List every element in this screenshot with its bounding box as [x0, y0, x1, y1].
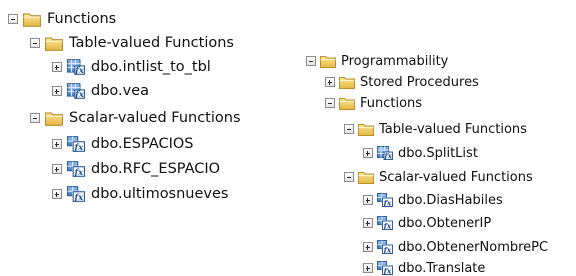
tree-node-label: Scalar-valued Functions — [379, 169, 533, 185]
expand-icon[interactable] — [52, 164, 62, 174]
tree-node-label: Table-valued Functions — [69, 34, 234, 51]
table-valued-function-icon — [377, 146, 393, 160]
tree-node-scalar-valued-functions-right[interactable]: Scalar-valued Functions — [344, 170, 533, 184]
tree-node-obtenerip[interactable]: dbo.ObtenerIP — [363, 216, 491, 230]
scalar-valued-function-icon — [377, 240, 393, 254]
folder-icon — [358, 122, 374, 136]
expand-icon[interactable] — [52, 139, 62, 149]
tree-node-table-valued-functions-right[interactable]: Table-valued Functions — [344, 122, 527, 136]
tree-node-rfc-espacio[interactable]: dbo.RFC_ESPACIO — [52, 161, 220, 177]
expand-icon[interactable] — [325, 77, 335, 87]
collapse-icon[interactable] — [306, 56, 316, 66]
folder-icon — [358, 170, 374, 184]
tree-node-translate[interactable]: dbo.Translate — [363, 261, 485, 275]
tree-node-label: Functions — [47, 10, 117, 27]
collapse-icon[interactable] — [344, 124, 354, 134]
expand-icon[interactable] — [52, 62, 62, 72]
tree-node-label: dbo.RFC_ESPACIO — [91, 160, 221, 177]
tree-node-label: dbo.vea — [91, 82, 150, 99]
tree-node-label: dbo.ultimosnueves — [91, 185, 229, 202]
tree-node-functions[interactable]: Functions — [8, 11, 116, 27]
tree-node-label: Table-valued Functions — [379, 121, 527, 137]
tree-node-label: dbo.ObtenerNombrePC — [398, 239, 549, 255]
folder-icon — [339, 96, 355, 110]
collapse-icon[interactable] — [8, 14, 18, 24]
expand-icon[interactable] — [52, 189, 62, 199]
object-explorer-trees: Functions Table-valued Functions dbo.int… — [0, 0, 576, 276]
tree-node-table-valued-functions[interactable]: Table-valued Functions — [30, 35, 234, 51]
scalar-valued-function-icon — [67, 136, 85, 152]
tree-node-label: dbo.Translate — [398, 260, 486, 276]
folder-icon — [45, 35, 63, 51]
expand-icon[interactable] — [52, 86, 62, 96]
collapse-icon[interactable] — [30, 38, 40, 48]
scalar-valued-function-icon — [377, 193, 393, 207]
collapse-icon[interactable] — [344, 172, 354, 182]
tree-node-label: dbo.intlist_to_tbl — [91, 58, 211, 75]
table-valued-function-icon — [67, 59, 85, 75]
collapse-icon[interactable] — [325, 98, 335, 108]
tree-node-intlist-to-tbl[interactable]: dbo.intlist_to_tbl — [52, 59, 211, 75]
tree-node-label: Functions — [360, 95, 423, 111]
scalar-valued-function-icon — [377, 261, 393, 275]
tree-node-vea[interactable]: dbo.vea — [52, 83, 149, 99]
tree-node-label: Stored Procedures — [360, 74, 479, 90]
expand-icon[interactable] — [363, 195, 373, 205]
folder-icon — [23, 11, 41, 27]
tree-node-label: Programmability — [341, 53, 449, 69]
tree-node-label: dbo.ESPACIOS — [91, 135, 194, 152]
expand-icon[interactable] — [363, 148, 373, 158]
tree-node-splitlist[interactable]: dbo.SplitList — [363, 146, 478, 160]
tree-node-functions-right[interactable]: Functions — [325, 96, 422, 110]
folder-icon — [45, 110, 63, 126]
tree-node-scalar-valued-functions[interactable]: Scalar-valued Functions — [30, 110, 241, 126]
tree-node-stored-procedures[interactable]: Stored Procedures — [325, 75, 479, 89]
table-valued-function-icon — [67, 83, 85, 99]
expand-icon[interactable] — [363, 218, 373, 228]
scalar-valued-function-icon — [377, 216, 393, 230]
collapse-icon[interactable] — [30, 113, 40, 123]
tree-node-espacios[interactable]: dbo.ESPACIOS — [52, 136, 194, 152]
folder-icon — [320, 54, 336, 68]
tree-node-programmability[interactable]: Programmability — [306, 54, 448, 68]
tree-node-label: dbo.ObtenerIP — [398, 215, 492, 231]
expand-icon[interactable] — [363, 263, 373, 273]
tree-node-label: Scalar-valued Functions — [69, 109, 241, 126]
tree-node-diashabiles[interactable]: dbo.DiasHabiles — [363, 193, 503, 207]
tree-node-label: dbo.DiasHabiles — [398, 192, 503, 208]
tree-node-ultimosnueves[interactable]: dbo.ultimosnueves — [52, 186, 228, 202]
folder-icon — [339, 75, 355, 89]
scalar-valued-function-icon — [67, 186, 85, 202]
expand-icon[interactable] — [363, 242, 373, 252]
scalar-valued-function-icon — [67, 161, 85, 177]
tree-node-label: dbo.SplitList — [398, 145, 478, 161]
tree-node-obtenernombrepc[interactable]: dbo.ObtenerNombrePC — [363, 240, 548, 254]
